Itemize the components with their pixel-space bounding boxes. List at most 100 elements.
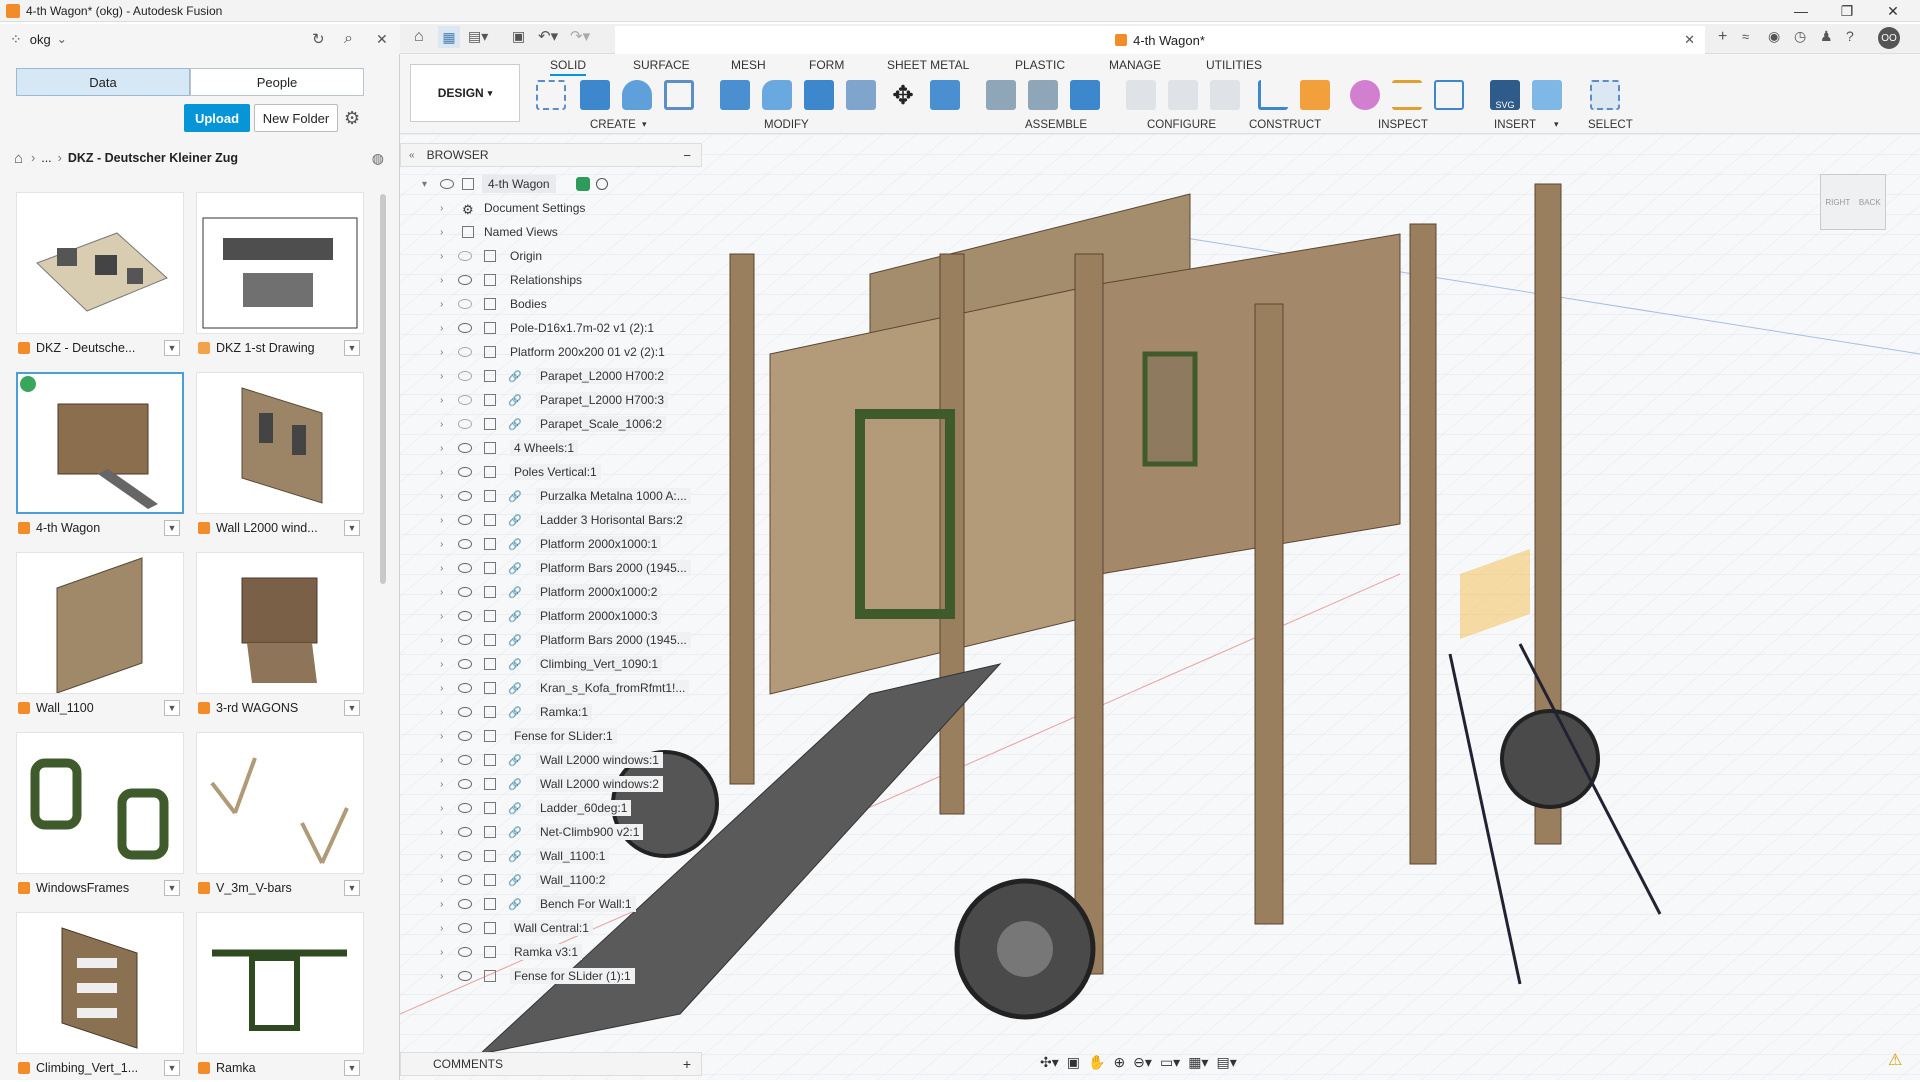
tree-row-label[interactable]: Platform Bars 2000 (1945...	[536, 560, 691, 576]
align-icon[interactable]	[930, 80, 960, 110]
refresh-icon[interactable]: ↻	[312, 30, 325, 48]
file-item[interactable]: DKZ - Deutsche... ▼	[16, 192, 184, 362]
visibility-eye-icon[interactable]	[458, 443, 472, 453]
tree-row-label[interactable]: Wall Central:1	[510, 920, 593, 936]
midplane-icon[interactable]	[1300, 80, 1330, 110]
tree-row[interactable]: › 🔗 Ladder_60deg:1	[400, 797, 700, 819]
tree-row-label[interactable]: Platform 200x200 01 v2 (2):1	[510, 345, 665, 359]
file-item-selected[interactable]: 4-th Wagon ▼	[16, 372, 184, 542]
file-menu-dropdown[interactable]: ▼	[164, 880, 180, 896]
file-menu-dropdown[interactable]: ▼	[164, 520, 180, 536]
press-pull-icon[interactable]	[720, 80, 750, 110]
tree-row[interactable]: › Fense for SLider:1	[400, 725, 700, 747]
tree-row[interactable]: › Poles Vertical:1	[400, 461, 700, 483]
offset-plane-icon[interactable]	[1258, 80, 1288, 110]
tree-row[interactable]: › 🔗 Purzalka Metalna 1000 A:...	[400, 485, 700, 507]
expand-arrow-icon[interactable]: ›	[440, 419, 443, 430]
tree-row-label[interactable]: Document Settings	[484, 201, 585, 215]
tree-row[interactable]: › 🔗 Platform Bars 2000 (1945...	[400, 629, 700, 651]
file-thumbnail[interactable]	[16, 912, 184, 1054]
tree-row-label[interactable]: Poles Vertical:1	[510, 464, 601, 480]
data-panel-scrollbar[interactable]	[380, 194, 386, 584]
expand-arrow-icon[interactable]: ›	[440, 299, 443, 310]
tree-row-label[interactable]: Parapet_L2000 H700:2	[536, 368, 669, 384]
file-thumbnail[interactable]	[196, 372, 364, 514]
tree-row-label[interactable]: Wall_1100:1	[536, 848, 610, 864]
look-at-icon[interactable]: ▣	[1067, 1054, 1080, 1071]
file-menu-dropdown[interactable]: ▼	[344, 880, 360, 896]
tree-row[interactable]: › 🔗 Wall L2000 windows:1	[400, 749, 700, 771]
tree-row-label[interactable]: Bodies	[510, 297, 547, 311]
file-menu-dropdown[interactable]: ▼	[344, 340, 360, 356]
configure-menu[interactable]: CONFIGURE	[1147, 119, 1216, 131]
file-menu-dropdown[interactable]: ▼	[344, 700, 360, 716]
revolve-icon[interactable]	[622, 80, 652, 110]
tree-row[interactable]: › Ramka v3:1	[400, 941, 700, 963]
tree-row[interactable]: › Fense for SLider (1):1	[400, 965, 700, 987]
visibility-eye-icon[interactable]	[458, 659, 472, 669]
expand-arrow-icon[interactable]: ▾	[422, 179, 427, 190]
visibility-eye-icon[interactable]	[458, 419, 472, 429]
visibility-eye-icon[interactable]	[458, 731, 472, 741]
tree-row-label[interactable]: Wall L2000 windows:2	[536, 776, 663, 792]
tree-row[interactable]: › Origin	[400, 245, 700, 267]
tree-row-label[interactable]: Fense for SLider:1	[510, 728, 617, 744]
tree-row[interactable]: › 🔗 Platform 2000x1000:3	[400, 605, 700, 627]
warning-icon[interactable]: ⚠	[1888, 1050, 1902, 1070]
settings-gear-icon[interactable]: ⚙	[344, 108, 360, 129]
home-icon[interactable]: ⌂	[14, 150, 23, 167]
visibility-eye-icon[interactable]	[458, 611, 472, 621]
expand-arrow-icon[interactable]: ›	[440, 971, 443, 982]
visibility-eye-icon[interactable]	[458, 251, 472, 261]
tree-row[interactable]: › Bodies	[400, 293, 700, 315]
folder-sync-icon[interactable]: ◍	[372, 150, 384, 167]
construct-menu[interactable]: CONSTRUCT	[1249, 119, 1321, 131]
file-menu-dropdown[interactable]: ▼	[344, 1060, 360, 1076]
visibility-eye-icon[interactable]	[458, 515, 472, 525]
grid-dots-icon[interactable]: ⁘	[10, 31, 22, 48]
shell-icon[interactable]	[846, 80, 876, 110]
expand-arrow-icon[interactable]: ›	[440, 947, 443, 958]
new-folder-button[interactable]: New Folder	[254, 104, 338, 132]
tab-manage[interactable]: MANAGE	[1109, 58, 1161, 72]
tab-data[interactable]: Data	[16, 68, 190, 96]
expand-arrow-icon[interactable]: ›	[440, 371, 443, 382]
tree-row-label[interactable]: Platform 2000x1000:1	[536, 536, 662, 552]
tree-row[interactable]: › 🔗 Bench For Wall:1	[400, 893, 700, 915]
tree-row[interactable]: › 🔗 Wall_1100:1	[400, 845, 700, 867]
file-thumbnail[interactable]	[196, 912, 364, 1054]
job-status-icon[interactable]: ≈	[1742, 29, 1749, 44]
tree-row-label[interactable]: Bench For Wall:1	[536, 896, 636, 912]
tab-solid[interactable]: SOLID	[550, 58, 587, 76]
viewcube-right-face[interactable]: RIGHT	[1825, 198, 1850, 207]
tree-row[interactable]: › 🔗 Ladder 3 Horisontal Bars:2	[400, 509, 700, 531]
tree-row-label[interactable]: Fense for SLider (1):1	[510, 968, 635, 984]
tree-row[interactable]: › 🔗 Climbing_Vert_1090:1	[400, 653, 700, 675]
visibility-eye-icon[interactable]	[458, 539, 472, 549]
team-dropdown-icon[interactable]: ⌄	[57, 32, 67, 46]
expand-arrow-icon[interactable]: ›	[440, 275, 443, 286]
avatar[interactable]: OO	[1878, 27, 1900, 49]
tree-row-label[interactable]: Purzalka Metalna 1000 A:...	[536, 488, 691, 504]
visibility-eye-icon[interactable]	[458, 923, 472, 933]
notifications-icon[interactable]: ♟	[1820, 28, 1833, 45]
expand-arrow-icon[interactable]: ›	[440, 683, 443, 694]
inspect-menu[interactable]: INSPECT	[1378, 119, 1428, 131]
file-thumbnail[interactable]	[16, 732, 184, 874]
as-built-joint-icon[interactable]	[1070, 80, 1100, 110]
tree-row[interactable]: › Wall Central:1	[400, 917, 700, 939]
visibility-eye-icon[interactable]	[458, 707, 472, 717]
expand-arrow-icon[interactable]: ›	[440, 587, 443, 598]
section-analysis-icon[interactable]	[1434, 80, 1464, 110]
tree-row-label[interactable]: Platform Bars 2000 (1945...	[536, 632, 691, 648]
tree-row[interactable]: › Relationships	[400, 269, 700, 291]
visibility-eye-icon[interactable]	[458, 875, 472, 885]
tree-row[interactable]: › 🔗 Platform 2000x1000:2	[400, 581, 700, 603]
undo-icon[interactable]: ↶▾	[538, 27, 558, 45]
close-window-button[interactable]: ✕	[1870, 0, 1916, 22]
expand-arrow-icon[interactable]: ›	[440, 515, 443, 526]
visibility-eye-icon[interactable]	[458, 851, 472, 861]
tree-row[interactable]: › 🔗 Wall L2000 windows:2	[400, 773, 700, 795]
combine-icon[interactable]	[804, 80, 834, 110]
visibility-eye-icon[interactable]	[458, 275, 472, 285]
